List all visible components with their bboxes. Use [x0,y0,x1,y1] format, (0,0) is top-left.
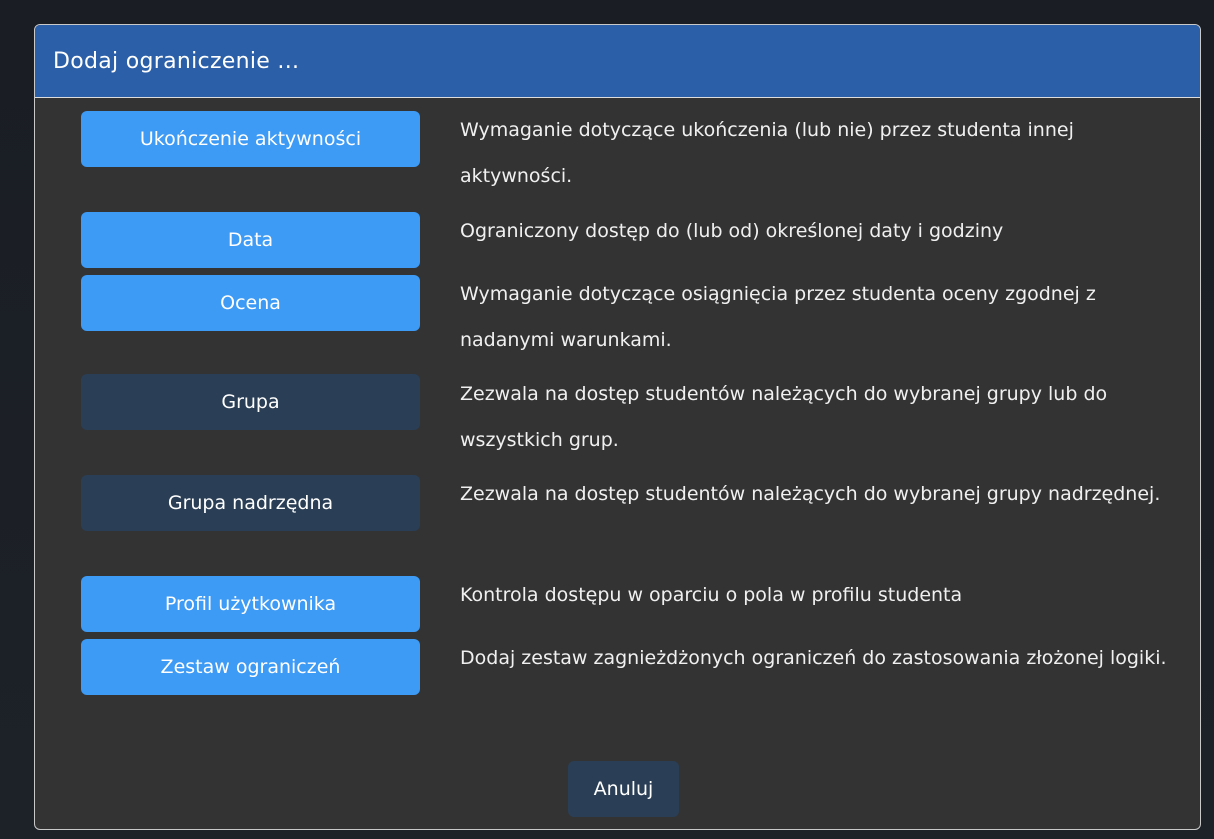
cancel-button[interactable]: Anuluj [568,761,679,817]
group-button[interactable]: Grupa [81,374,420,430]
activity-completion-description: Wymaganie dotyczące ukończenia (lub nie)… [460,119,1074,187]
user-profile-button[interactable]: Profil użytkownika [81,576,420,632]
grouping-description: Zezwala na dostęp studentów należących d… [460,483,1161,505]
group-description: Zezwala na dostęp studentów należących d… [460,383,1108,451]
grade-button[interactable]: Ocena [81,275,420,331]
add-restriction-dialog: Dodaj ograniczenie ... Ukończenie aktywn… [34,24,1201,830]
date-description: Ograniczony dostęp do (lub od) określone… [460,220,1004,242]
dialog-title: Dodaj ograniczenie ... [53,48,300,74]
dialog-header: Dodaj ograniczenie ... [35,25,1200,98]
date-button[interactable]: Data [81,212,420,268]
restriction-set-description: Dodaj zestaw zagnieżdżonych ograniczeń d… [460,647,1167,669]
restriction-set-button[interactable]: Zestaw ograniczeń [81,639,420,695]
grouping-button[interactable]: Grupa nadrzędna [81,475,420,531]
user-profile-description: Kontrola dostępu w oparciu o pola w prof… [460,584,963,606]
grade-description: Wymaganie dotyczące osiągnięcia przez st… [460,283,1096,351]
activity-completion-button[interactable]: Ukończenie aktywności [81,111,420,167]
